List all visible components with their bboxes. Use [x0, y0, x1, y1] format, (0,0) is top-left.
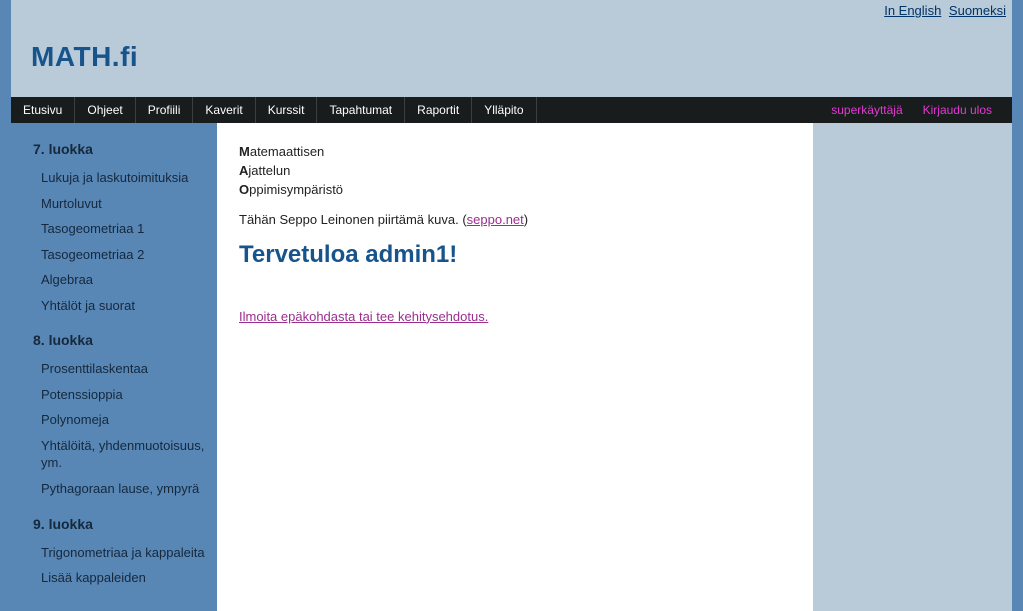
nav-ohjeet[interactable]: Ohjeet [75, 97, 135, 123]
sidebar-item[interactable]: Lukuja ja laskutoimituksia [33, 165, 207, 191]
nav-tapahtumat[interactable]: Tapahtumat [317, 97, 405, 123]
sidebar-item[interactable]: Murtoluvut [33, 191, 207, 217]
right-column [813, 123, 1012, 611]
description-text: Tähän Seppo Leinonen piirtämä kuva. (sep… [239, 212, 791, 227]
lang-english-link[interactable]: In English [884, 3, 941, 18]
sidebar-item[interactable]: Pythagoraan lause, ympyrä [33, 476, 207, 502]
lang-suomeksi-link[interactable]: Suomeksi [949, 3, 1006, 18]
sidebar-item[interactable]: Algebraa [33, 267, 207, 293]
main-nav: Etusivu Ohjeet Profiili Kaverit Kurssit … [11, 97, 1012, 123]
seppo-link[interactable]: seppo.net [467, 212, 524, 227]
sidebar-item[interactable]: Prosenttilaskentaa [33, 356, 207, 382]
welcome-heading: Tervetuloa admin1! [239, 241, 791, 269]
sidebar-heading-7luokka: 7. luokka [33, 141, 207, 157]
sidebar-item[interactable]: Potenssioppia [33, 382, 207, 408]
nav-yllapito[interactable]: Ylläpito [472, 97, 536, 123]
tagline-line2: jattelun [248, 163, 290, 178]
sidebar-item[interactable]: Yhtälöitä, yhdenmuotoisuus, ym. [33, 433, 207, 476]
main-content: Matemaattisen Ajattelun Oppimisympäristö… [217, 123, 813, 611]
sidebar-heading-8luokka: 8. luokka [33, 332, 207, 348]
feedback-link[interactable]: Ilmoita epäkohdasta tai tee kehitysehdot… [239, 309, 488, 324]
tagline-o: O [239, 182, 249, 197]
nav-raportit[interactable]: Raportit [405, 97, 472, 123]
tagline-m: M [239, 144, 250, 159]
desc-post: ) [524, 212, 528, 227]
tagline: Matemaattisen Ajattelun Oppimisympäristö [239, 143, 791, 200]
tagline-a: A [239, 163, 248, 178]
sidebar: 7. luokka Lukuja ja laskutoimituksia Mur… [11, 123, 217, 611]
feedback-line: Ilmoita epäkohdasta tai tee kehitysehdot… [239, 309, 791, 324]
sidebar-item[interactable]: Trigonometriaa ja kappaleita [33, 540, 207, 566]
desc-pre: Tähän Seppo Leinonen piirtämä kuva. ( [239, 212, 467, 227]
sidebar-item[interactable]: Lisää kappaleiden [33, 565, 207, 591]
tagline-line3: ppimisympäristö [249, 182, 343, 197]
tagline-line1: atemaattisen [250, 144, 324, 159]
sidebar-item[interactable]: Tasogeometriaa 1 [33, 216, 207, 242]
nav-username: superkäyttäjä [831, 103, 902, 117]
nav-kaverit[interactable]: Kaverit [193, 97, 255, 123]
nav-kurssit[interactable]: Kurssit [256, 97, 318, 123]
nav-profiili[interactable]: Profiili [136, 97, 194, 123]
language-bar: In English Suomeksi [11, 0, 1012, 21]
sidebar-heading-9luokka: 9. luokka [33, 516, 207, 532]
nav-etusivu[interactable]: Etusivu [11, 97, 75, 123]
sidebar-item[interactable]: Yhtälöt ja suorat [33, 293, 207, 319]
sidebar-item[interactable]: Tasogeometriaa 2 [33, 242, 207, 268]
sidebar-item[interactable]: Polynomeja [33, 407, 207, 433]
nav-logout-link[interactable]: Kirjaudu ulos [923, 103, 992, 117]
header: MATH.fi [11, 21, 1012, 97]
site-logo: MATH.fi [31, 41, 992, 73]
